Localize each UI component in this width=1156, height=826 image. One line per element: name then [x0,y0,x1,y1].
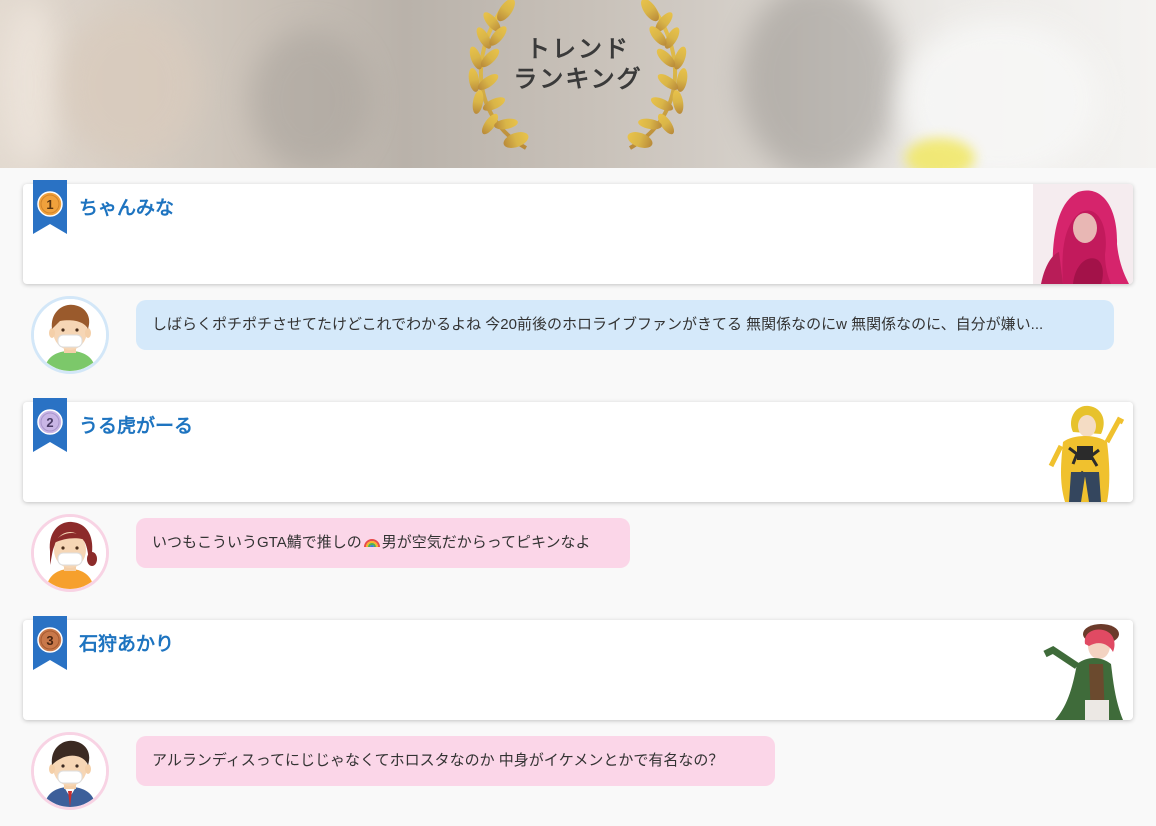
rank-1-name-link[interactable]: ちゃんみな [79,193,174,220]
banner-title-line2: ランキング [513,64,643,93]
banner-title-line1: トレンド [526,34,630,63]
comment-bubble-3: アルランディスってにじじゃなくてホロスタなのか 中身がイケメンとかで有名なの？ [136,736,775,786]
rank-2-ribbon-icon: 2 [33,398,67,452]
man-in-suit-avatar [31,732,109,810]
ranking-item-1[interactable]: 1 ちゃんみな [23,180,1133,284]
comment-bubble-1: しばらくポチポチさせてたけどこれでわかるよね 今20前後のホロライブファンがきて… [136,300,1114,350]
rainbow-emoji-icon [363,539,380,548]
rank-3-name-link[interactable]: 石狩あかり [79,629,174,656]
comment-row-2: いつもこういうGTA鯖で推しの 男が空気だからってピキンなよ [31,514,1131,594]
comment-2-text-after: 男が空気だからってピキンなよ [381,534,591,551]
ranking-item-3[interactable]: 3 石狩あかり [23,616,1133,720]
rank-2-name-link[interactable]: うる虎がーる [79,411,193,438]
rank-number-3: 3 [46,633,53,648]
comment-row-3: アルランディスってにじじゃなくてホロスタなのか 中身がイケメンとかで有名なの？ [31,732,1131,812]
rank-number-2: 2 [46,415,53,430]
trend-ranking-banner: トレンド ランキング [0,0,1156,168]
rank-1-thumbnail[interactable] [1033,184,1133,284]
rank-2-thumbnail[interactable] [1033,402,1133,502]
ranking-item-2[interactable]: 2 うる虎がーる [23,398,1133,502]
rank-1-ribbon-icon: 1 [33,180,67,234]
comment-row-1: しばらくポチポチさせてたけどこれでわかるよね 今20前後のホロライブファンがきて… [31,296,1131,376]
comment-2-text-before: いつもこういうGTA鯖で推しの [152,534,362,551]
banner-title: トレンド ランキング [478,34,678,94]
comment-bubble-2: いつもこういうGTA鯖で推しの 男が空気だからってピキンなよ [136,518,630,568]
rank-3-thumbnail[interactable] [1033,620,1133,720]
rank-number-1: 1 [46,197,53,212]
rank-3-ribbon-icon: 3 [33,616,67,670]
girl-with-mask-avatar [31,514,109,592]
boy-with-mask-avatar [31,296,109,374]
